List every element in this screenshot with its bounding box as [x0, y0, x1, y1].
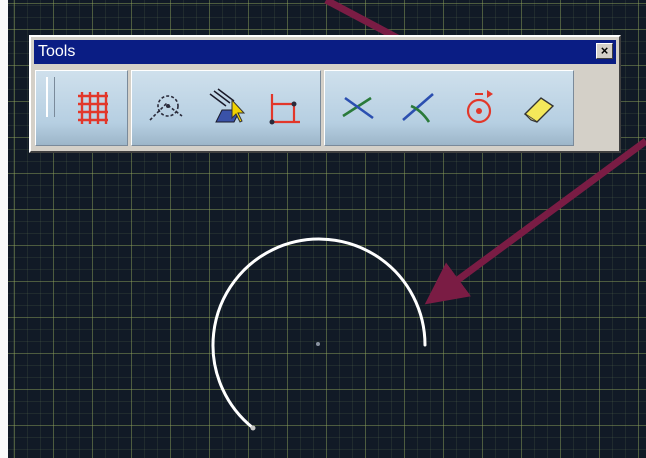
break-button[interactable]: [391, 80, 447, 136]
tool-group-grid: [35, 70, 128, 146]
toolbar-titlebar[interactable]: Tools ×: [34, 40, 616, 64]
dimension-constraint-icon: [269, 94, 300, 125]
dimension-constraint-button[interactable]: [258, 80, 314, 136]
close-button[interactable]: ×: [596, 43, 613, 59]
eraser-button[interactable]: [511, 80, 567, 136]
toolbar-title: Tools: [38, 43, 76, 60]
arc-trim-icon: [466, 90, 493, 124]
trim-icon: [342, 96, 374, 120]
arc-trim-button[interactable]: [451, 80, 507, 136]
toolbar-tool-row: [35, 70, 615, 146]
arc-endpoint: [250, 425, 256, 431]
annotation-arrow-to-arc: [424, 138, 646, 305]
toolbar-grip[interactable]: [46, 77, 55, 117]
snap-select-button[interactable]: [198, 80, 254, 136]
tool-group-trim: [324, 70, 574, 146]
eraser-icon: [523, 97, 555, 123]
grid-icon: [78, 92, 108, 124]
tools-toolbar[interactable]: Tools ×: [29, 35, 621, 153]
trim-button[interactable]: [331, 80, 387, 136]
break-icon: [402, 93, 434, 123]
grid-button[interactable]: [65, 80, 121, 136]
snap-select-icon: [209, 88, 246, 123]
construction-profile-button[interactable]: [138, 80, 194, 136]
construction-profile-icon: [149, 95, 183, 121]
arc-center-point: [316, 342, 320, 346]
tool-group-construction: [131, 70, 321, 146]
sketch-arc[interactable]: [211, 237, 427, 430]
